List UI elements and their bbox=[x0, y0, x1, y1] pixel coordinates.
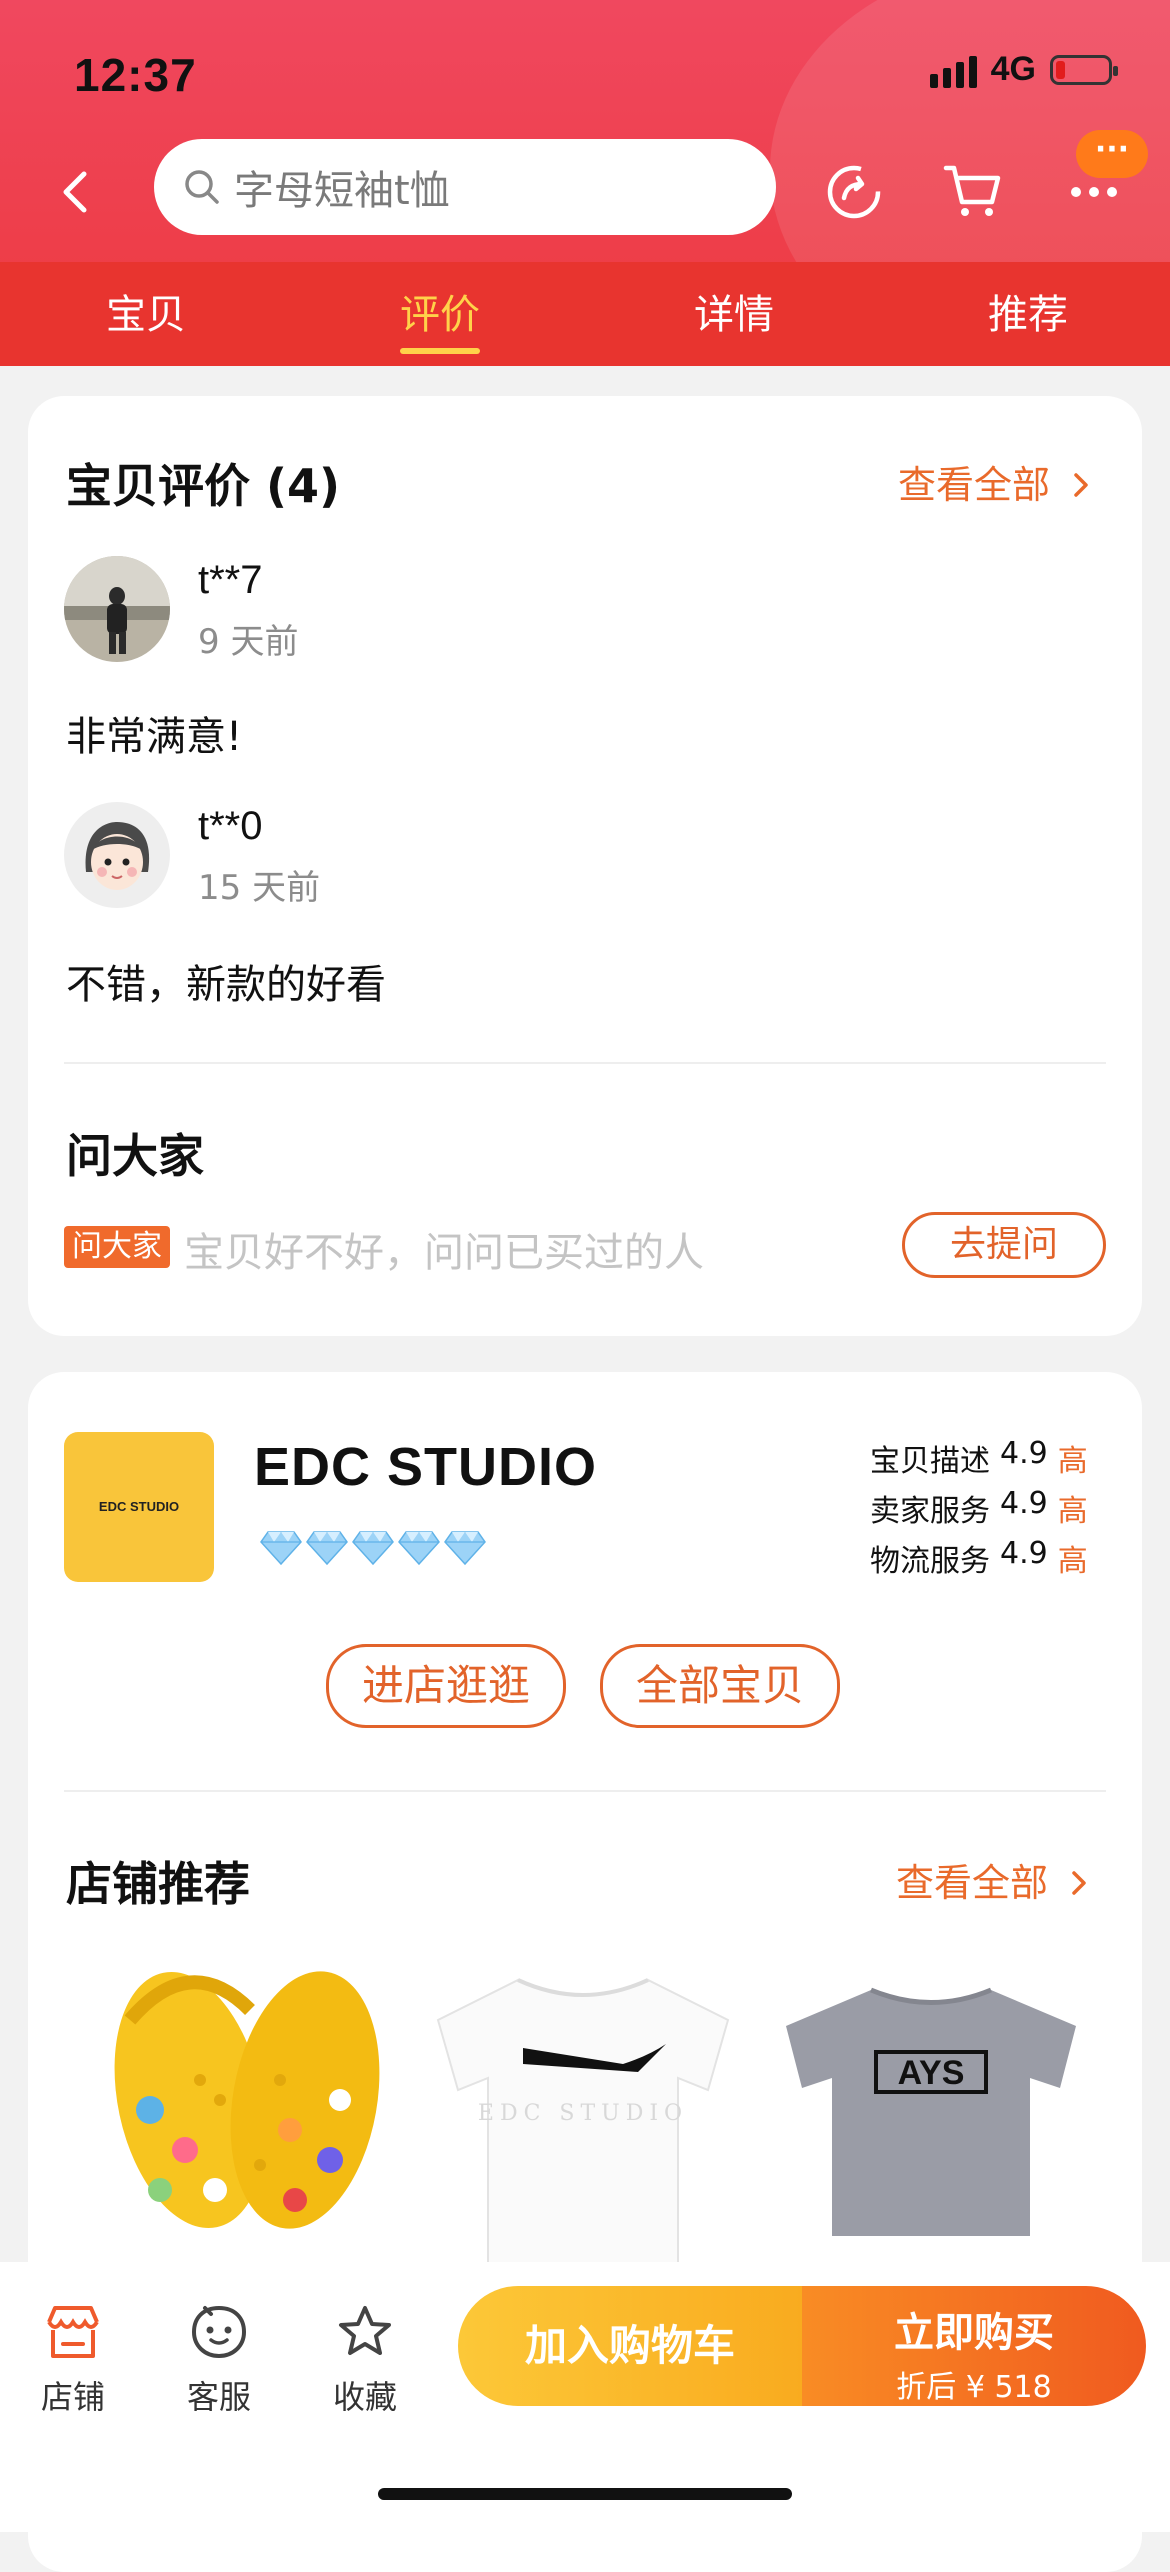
share-icon[interactable] bbox=[822, 158, 886, 222]
product-card[interactable] bbox=[90, 1960, 400, 2280]
message-badge[interactable]: ··· bbox=[1076, 130, 1148, 178]
ask-tag: 问大家 bbox=[64, 1226, 170, 1268]
tab-review[interactable]: 评价 bbox=[360, 282, 520, 354]
review-username: t**7 bbox=[198, 558, 263, 602]
review-username: t**0 bbox=[198, 804, 263, 848]
ask-placeholder[interactable]: 宝贝好不好，问问已买过的人 bbox=[184, 1220, 704, 1278]
home-indicator bbox=[378, 2488, 792, 2500]
diamond-icon bbox=[260, 1531, 302, 1566]
all-products-button[interactable]: 全部宝贝 bbox=[600, 1644, 840, 1728]
battery-icon bbox=[1050, 54, 1118, 85]
shop-entry[interactable]: 店铺 bbox=[18, 2304, 128, 2418]
avatar[interactable] bbox=[64, 556, 170, 662]
rating-description: 宝贝描述 4.9 高 bbox=[870, 1436, 1088, 1479]
product-card[interactable]: EDC STUDIO bbox=[428, 1960, 738, 2281]
top-header: 12:37 4G 字母短袖t恤 ··· 宝贝 评价 详情 推荐 bbox=[0, 0, 1170, 366]
rating-logistics: 物流服务 4.9 高 bbox=[870, 1536, 1088, 1579]
cartoon-avatar-icon bbox=[64, 802, 170, 908]
tab-recommend[interactable]: 推荐 bbox=[948, 282, 1108, 340]
tab-detail[interactable]: 详情 bbox=[654, 282, 814, 340]
review-time: 9 天前 bbox=[198, 622, 299, 662]
avatar[interactable] bbox=[64, 802, 170, 908]
product-card[interactable]: AYS bbox=[776, 1960, 1086, 2280]
divider bbox=[64, 1062, 1106, 1064]
user-photo-icon bbox=[64, 556, 170, 662]
yellow-clogs-image bbox=[114, 1971, 380, 2229]
buy-now-label: 立即购买 bbox=[894, 2310, 1054, 2356]
svg-text:EDC STUDIO: EDC STUDIO bbox=[478, 2101, 688, 2126]
white-tee-image: EDC STUDIO bbox=[436, 1978, 730, 2281]
svg-text:AYS: AYS bbox=[898, 2054, 965, 2092]
discount-price: 折后 ¥ 518 bbox=[896, 2370, 1052, 2405]
customer-service-entry[interactable]: 客服 bbox=[164, 2304, 274, 2418]
shop-recommend-title: 店铺推荐 bbox=[66, 1857, 250, 1911]
ask-title: 问大家 bbox=[66, 1129, 204, 1183]
diamond-icon bbox=[444, 1531, 486, 1566]
shop-logo[interactable]: EDC STUDIO bbox=[64, 1432, 214, 1582]
search-bar[interactable]: 字母短袖t恤 bbox=[154, 139, 776, 235]
review-content: 不错，新款的好看 bbox=[66, 962, 386, 1008]
shop-name[interactable]: EDC STUDIO bbox=[254, 1436, 597, 1498]
favorite-entry[interactable]: 收藏 bbox=[310, 2304, 420, 2418]
add-to-cart-button[interactable]: 加入购物车 bbox=[458, 2286, 802, 2406]
shop-label: 店铺 bbox=[40, 2378, 105, 2416]
search-icon bbox=[185, 170, 219, 204]
search-placeholder: 字母短袖t恤 bbox=[234, 168, 450, 214]
enter-shop-button[interactable]: 进店逛逛 bbox=[326, 1644, 566, 1728]
tab-item[interactable]: 宝贝 bbox=[66, 282, 226, 340]
service-label: 客服 bbox=[186, 2378, 251, 2416]
network-type: 4G bbox=[990, 50, 1036, 88]
chevron-right-icon bbox=[1074, 473, 1088, 497]
header-nav: 字母短袖t恤 bbox=[0, 136, 1170, 240]
tab-bar: 宝贝 评价 详情 推荐 bbox=[0, 262, 1170, 366]
favorite-label: 收藏 bbox=[332, 2378, 397, 2416]
status-icons: 4G bbox=[929, 50, 1118, 89]
ask-question-button[interactable]: 去提问 bbox=[902, 1212, 1106, 1278]
diamond-icon bbox=[398, 1531, 440, 1566]
review-time: 15 天前 bbox=[198, 868, 321, 908]
gray-tee-image: AYS bbox=[786, 1987, 1076, 2236]
signal-icon bbox=[929, 52, 977, 88]
store-icon bbox=[47, 2306, 99, 2358]
star-icon bbox=[339, 2306, 391, 2355]
review-view-all[interactable]: 查看全部 bbox=[898, 454, 1092, 509]
chat-face-icon bbox=[191, 2305, 247, 2359]
review-card: 宝贝评价 (4) 查看全部 t**7 9 天前 非常满意! t**0 15 天前… bbox=[28, 396, 1142, 1336]
diamond-icon bbox=[352, 1531, 394, 1566]
status-time: 12:37 bbox=[74, 49, 197, 101]
purchase-buttons: 加入购物车 立即购买 折后 ¥ 518 bbox=[458, 2286, 1146, 2406]
buy-now-button[interactable]: 立即购买 折后 ¥ 518 bbox=[802, 2286, 1146, 2406]
active-tab-indicator bbox=[400, 348, 480, 354]
shop-recommend-view-all[interactable]: 查看全部 bbox=[896, 1852, 1090, 1907]
diamond-icon bbox=[306, 1531, 348, 1566]
back-arrow-icon[interactable] bbox=[52, 168, 100, 216]
chevron-right-icon bbox=[1072, 1871, 1086, 1895]
cart-icon[interactable] bbox=[940, 158, 1004, 222]
rating-service: 卖家服务 4.9 高 bbox=[870, 1486, 1088, 1529]
shop-level-diamonds bbox=[260, 1530, 486, 1566]
divider bbox=[64, 1790, 1106, 1792]
review-title: 宝贝评价 (4) bbox=[66, 459, 341, 513]
review-content: 非常满意! bbox=[66, 714, 243, 760]
